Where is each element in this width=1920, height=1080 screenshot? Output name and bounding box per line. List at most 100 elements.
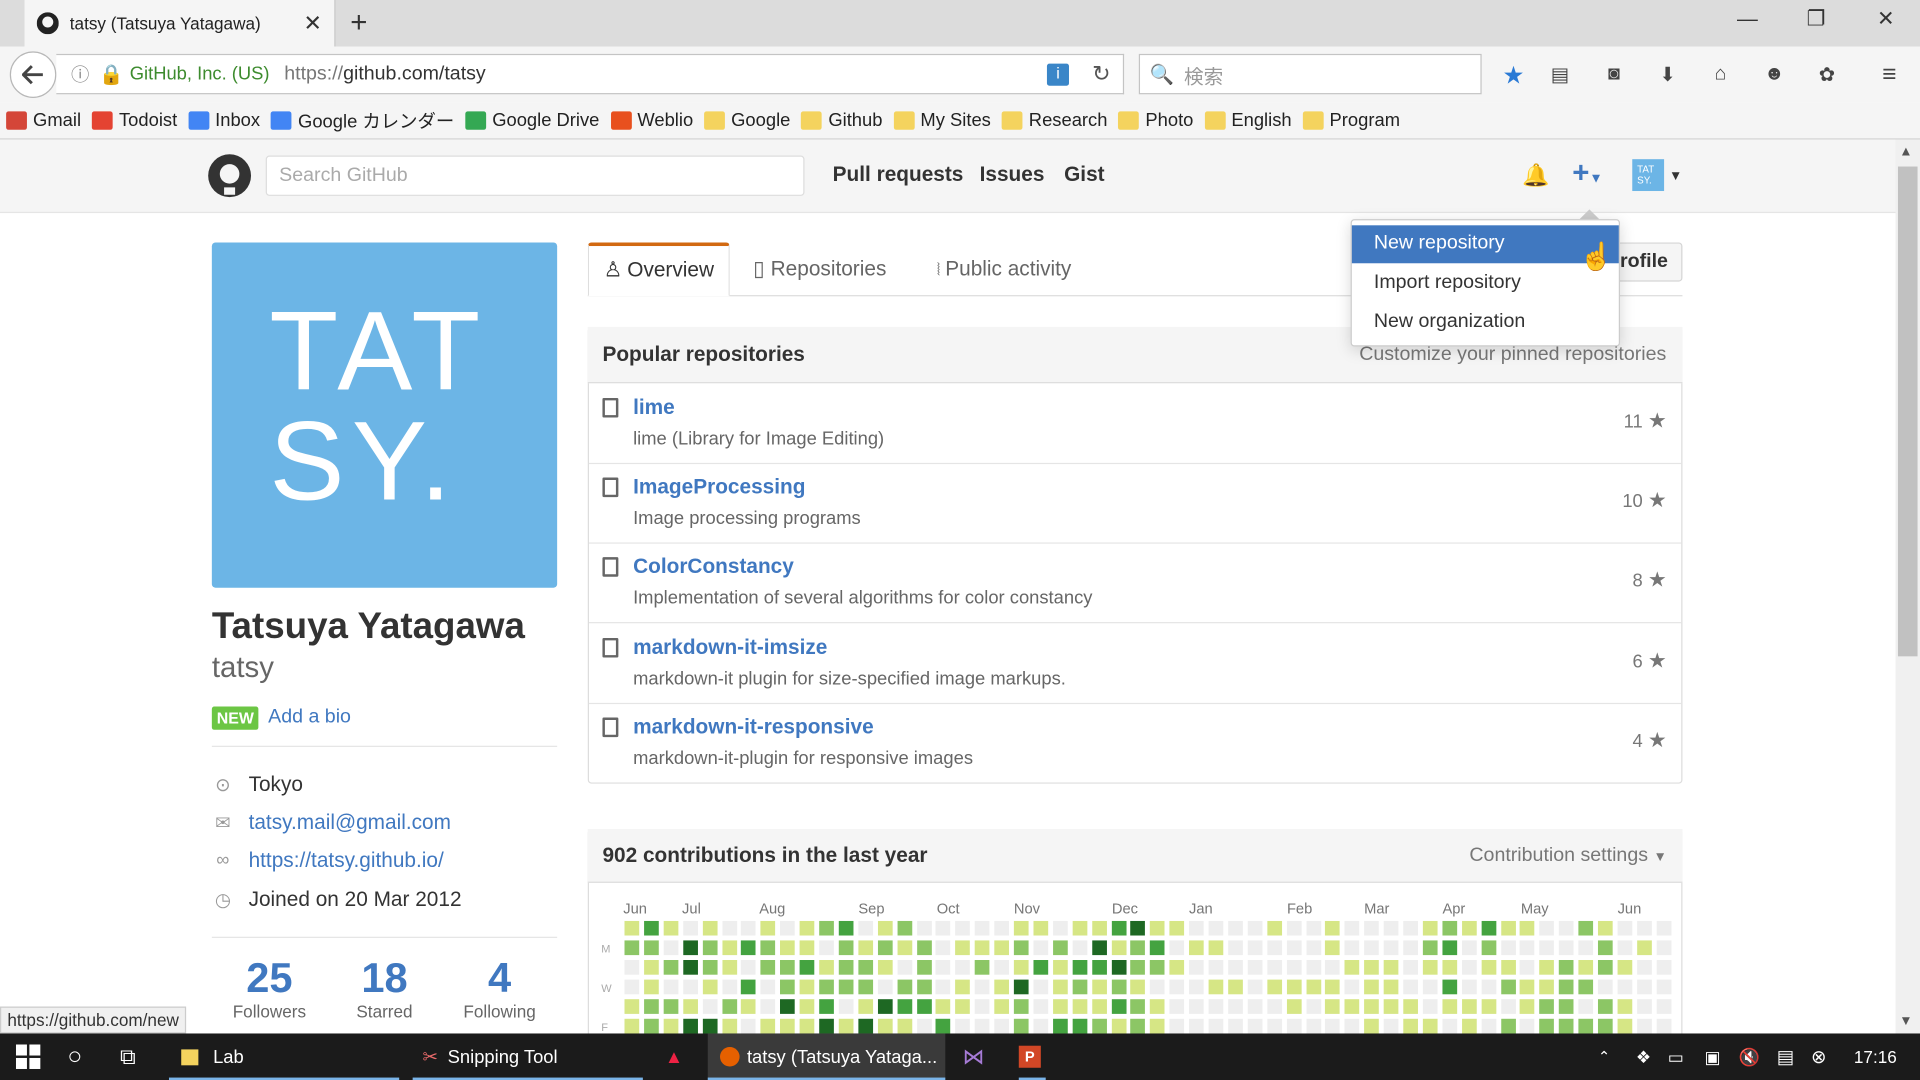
contribution-day[interactable] <box>1636 998 1652 1014</box>
back-button[interactable] <box>9 51 57 98</box>
contribution-day[interactable] <box>1247 920 1263 936</box>
contribution-day[interactable] <box>1247 1018 1263 1033</box>
contribution-day[interactable] <box>1150 920 1165 936</box>
contribution-day[interactable] <box>1344 959 1360 975</box>
contribution-day[interactable] <box>1111 959 1126 975</box>
contribution-day[interactable] <box>1636 920 1652 936</box>
contribution-day[interactable] <box>1091 959 1107 975</box>
contribution-day[interactable] <box>1383 1018 1399 1033</box>
task-view-icon[interactable]: ⧉ <box>120 1033 152 1080</box>
contribution-day[interactable] <box>1305 979 1321 994</box>
new-tab-button[interactable]: + <box>350 6 367 40</box>
contribution-day[interactable] <box>780 1018 795 1033</box>
contribution-day[interactable] <box>682 959 698 975</box>
contribution-day[interactable] <box>994 1018 1010 1033</box>
contribution-day[interactable] <box>721 920 737 936</box>
nav-pull-requests[interactable]: Pull requests <box>833 163 964 187</box>
notifications-bell-icon[interactable]: 🔔 <box>1522 163 1549 189</box>
bookmark-item[interactable]: My Sites <box>893 110 991 131</box>
github-search-input[interactable]: Search GitHub <box>265 155 805 196</box>
contribution-day[interactable] <box>1228 979 1243 994</box>
contribution-day[interactable] <box>1305 940 1321 955</box>
contribution-day[interactable] <box>1559 1018 1574 1033</box>
reader-mode-icon[interactable]: i <box>1046 63 1069 86</box>
contribution-day[interactable] <box>663 1018 679 1033</box>
contribution-day[interactable] <box>1656 979 1672 994</box>
contribution-day[interactable] <box>1169 959 1185 975</box>
cortana-icon[interactable]: ○ <box>67 1033 96 1080</box>
volume-muted-icon[interactable]: 🔇 <box>1739 1033 1760 1080</box>
contribution-day[interactable] <box>955 1018 971 1033</box>
contribution-day[interactable] <box>1228 920 1243 936</box>
contribution-day[interactable] <box>1052 920 1068 936</box>
repo-name-link[interactable]: markdown-it-responsive <box>633 715 874 739</box>
contribution-day[interactable] <box>1578 920 1594 936</box>
contribution-day[interactable] <box>799 1018 815 1033</box>
contribution-day[interactable] <box>624 1018 640 1033</box>
contribution-day[interactable] <box>1150 979 1165 994</box>
contribution-day[interactable] <box>1033 998 1049 1014</box>
contribution-day[interactable] <box>1461 940 1477 955</box>
contribution-day[interactable] <box>1208 920 1224 936</box>
bookmark-item[interactable]: Github <box>801 110 882 131</box>
contribution-day[interactable] <box>1617 959 1633 975</box>
repo-name-link[interactable]: markdown-it-imsize <box>633 635 827 659</box>
contribution-day[interactable] <box>1344 979 1360 994</box>
contribution-day[interactable] <box>1461 979 1477 994</box>
contribution-day[interactable] <box>1461 920 1477 936</box>
contribution-day[interactable] <box>1656 920 1672 936</box>
contribution-day[interactable] <box>1364 1018 1380 1033</box>
contribution-day[interactable] <box>1013 979 1029 994</box>
contribution-day[interactable] <box>1500 998 1516 1014</box>
contribution-day[interactable] <box>1169 1018 1185 1033</box>
contribution-day[interactable] <box>858 940 873 955</box>
contribution-day[interactable] <box>799 959 815 975</box>
contribution-day[interactable] <box>955 940 971 955</box>
contribution-day[interactable] <box>1266 998 1282 1014</box>
tray-chevron-icon[interactable]: ⌃ <box>1598 1033 1610 1080</box>
contribution-day[interactable] <box>1364 979 1380 994</box>
contribution-day[interactable] <box>780 959 795 975</box>
contribution-day[interactable] <box>1189 1018 1204 1033</box>
contribution-day[interactable] <box>897 979 912 994</box>
contribution-day[interactable] <box>1422 940 1438 955</box>
repo-stars[interactable]: 6 ★ <box>1633 648 1667 672</box>
contribution-day[interactable] <box>1325 998 1341 1014</box>
reload-icon[interactable]: ↻ <box>1092 61 1110 87</box>
contribution-day[interactable] <box>994 979 1010 994</box>
contribution-day[interactable] <box>838 959 854 975</box>
contribution-day[interactable] <box>974 940 990 955</box>
contribution-day[interactable] <box>1111 979 1126 994</box>
contribution-day[interactable] <box>897 959 912 975</box>
contribution-day[interactable] <box>1189 979 1204 994</box>
contribution-day[interactable] <box>1636 959 1652 975</box>
contribution-day[interactable] <box>702 1018 718 1033</box>
repo-stars[interactable]: 4 ★ <box>1633 728 1667 752</box>
contribution-day[interactable] <box>1578 998 1594 1014</box>
contribution-day[interactable] <box>1422 998 1438 1014</box>
contribution-day[interactable] <box>1559 920 1574 936</box>
contribution-settings-dropdown[interactable]: Contribution settings ▼ <box>1469 845 1666 867</box>
contribution-day[interactable] <box>1403 979 1418 994</box>
contribution-day[interactable] <box>1383 940 1399 955</box>
contribution-day[interactable] <box>1189 998 1204 1014</box>
contribution-day[interactable] <box>741 998 756 1014</box>
contribution-day[interactable] <box>1130 959 1146 975</box>
contribution-day[interactable] <box>1442 940 1457 955</box>
contribution-day[interactable] <box>1520 979 1535 994</box>
contribution-day[interactable] <box>1617 998 1633 1014</box>
contribution-day[interactable] <box>1111 1018 1126 1033</box>
contribution-day[interactable] <box>1189 920 1204 936</box>
contribution-day[interactable] <box>682 920 698 936</box>
contribution-day[interactable] <box>702 940 718 955</box>
contribution-day[interactable] <box>1559 979 1574 994</box>
contribution-day[interactable] <box>1052 940 1068 955</box>
contribution-day[interactable] <box>682 998 698 1014</box>
contribution-day[interactable] <box>721 979 737 994</box>
contribution-day[interactable] <box>1033 959 1049 975</box>
contribution-day[interactable] <box>1013 920 1029 936</box>
contribution-day[interactable] <box>1072 998 1087 1014</box>
reading-list-icon[interactable]: ▤ <box>1545 61 1574 88</box>
contribution-day[interactable] <box>858 959 873 975</box>
add-bio-link[interactable]: Add a bio <box>268 707 351 729</box>
